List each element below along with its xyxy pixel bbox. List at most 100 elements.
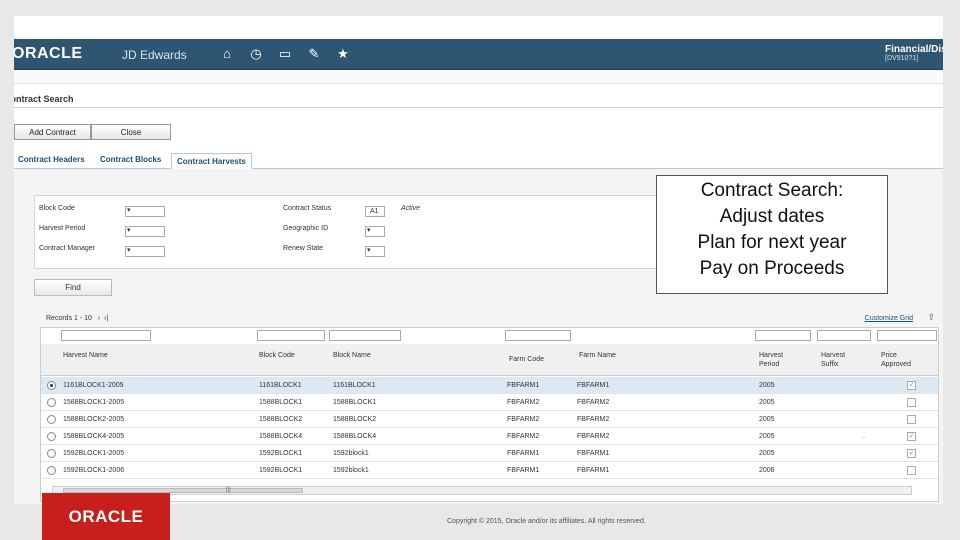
cell-harvest-period: 2005: [759, 433, 775, 440]
chart-icon[interactable]: ▭: [276, 46, 294, 62]
oracle-logo: ORACLE: [14, 45, 83, 62]
contract-manager-field[interactable]: ▾: [125, 246, 165, 257]
cell-block-code: 1592BLOCK1: [259, 450, 303, 457]
recent-icon[interactable]: ◷: [247, 46, 265, 62]
renew-state-field[interactable]: ▾: [365, 246, 385, 257]
context-subtitle: [DV910?1]: [885, 55, 919, 62]
cell-farm-name: FBFARM2: [577, 416, 610, 423]
cell-block-name: 1592block1: [333, 467, 369, 474]
callout-box: Contract Search: Adjust dates Plan for n…: [656, 175, 888, 294]
table-row[interactable]: 1161BLOCK1-2005 1161BLOCK1 1161BLOCK1 FB…: [41, 377, 938, 394]
block-code-label: Block Code: [39, 205, 75, 212]
table-row[interactable]: 1592BLOCK1-2006 1592BLOCK1 1592block1 FB…: [41, 462, 938, 479]
menu-strip: ▾: [14, 71, 943, 84]
table-row[interactable]: 1592BLOCK1-2005 1592BLOCK1 1592block1 FB…: [41, 445, 938, 462]
qbe-farm-code[interactable]: [505, 330, 571, 341]
row-select-radio[interactable]: [47, 449, 56, 458]
customize-grid-link[interactable]: Customize Grid: [865, 315, 913, 322]
renew-state-label: Renew State: [283, 245, 324, 252]
cell-farm-name: FBFARM2: [577, 433, 610, 440]
col-harvest-name[interactable]: Harvest Name: [63, 351, 123, 360]
cell-farm-name: FBFARM1: [577, 450, 610, 457]
col-harvest-period[interactable]: Harvest Period: [759, 351, 799, 369]
cell-harvest-name: 1588BLOCK2-2005: [63, 416, 125, 423]
qbe-block-name[interactable]: [329, 330, 401, 341]
grid-toolbar: Records 1 - 10 › ›| Customize Grid ⇪: [42, 312, 937, 328]
close-button[interactable]: Close: [91, 124, 171, 140]
top-navigation-bar: ORACLE JD Edwards ⌂ ◷ ▭ ✎ ★ Financial/Di…: [14, 39, 943, 70]
price-approved-checkbox[interactable]: [907, 398, 916, 407]
records-text: Records 1 - 10: [46, 315, 92, 322]
edit-icon[interactable]: ✎: [305, 46, 323, 62]
filter-box: Block Code ▾ Harvest Period ▾ Contract M…: [34, 195, 664, 269]
page-title: Contract Search: [14, 94, 74, 104]
row-select-radio[interactable]: [47, 415, 56, 424]
favorites-icon[interactable]: ★: [334, 46, 352, 62]
col-block-code[interactable]: Block Code: [259, 351, 299, 360]
col-price-approved[interactable]: Price Approved: [881, 351, 925, 369]
callout-line: Contract Search:: [700, 180, 844, 201]
footer-oracle-logo: ORACLE: [42, 493, 170, 540]
price-approved-checkbox[interactable]: ✓: [907, 449, 916, 458]
price-approved-checkbox[interactable]: ✓: [907, 432, 916, 441]
table-row[interactable]: 1588BLOCK2-2005 1588BLOCK2 1588BLOCK2 FB…: [41, 411, 938, 428]
geographic-id-label: Geographic ID: [283, 225, 329, 232]
callout-line: Plan for next year: [697, 232, 847, 253]
col-block-name[interactable]: Block Name: [333, 351, 373, 360]
chevron-down-icon: ▾: [127, 227, 131, 234]
block-code-field[interactable]: ▾: [125, 206, 165, 217]
qbe-harvest-name[interactable]: [61, 330, 151, 341]
price-approved-checkbox[interactable]: [907, 415, 916, 424]
qbe-block-code[interactable]: [257, 330, 325, 341]
cell-farm-code: FBFARM2: [507, 399, 540, 406]
cell-block-code: 1592BLOCK1: [259, 467, 303, 474]
col-farm-code[interactable]: Farm Code: [509, 355, 544, 364]
cell-harvest-period: 2005: [759, 416, 775, 423]
context-title-text: Financial/Dis: [885, 44, 943, 55]
row-select-radio[interactable]: [47, 398, 56, 407]
next-page-icon[interactable]: ›: [94, 315, 100, 322]
tab-contract-blocks[interactable]: Contract Blocks: [100, 155, 161, 164]
row-select-radio[interactable]: [47, 381, 56, 390]
row-select-radio[interactable]: [47, 432, 56, 441]
tab-contract-headers[interactable]: Contract Headers: [18, 155, 85, 164]
cell-farm-code: FBFARM1: [507, 450, 540, 457]
horizontal-scrollbar[interactable]: |||: [52, 486, 912, 495]
qbe-harvest-suffix[interactable]: [817, 330, 871, 341]
row-select-radio[interactable]: [47, 466, 56, 475]
product-name: JD Edwards: [122, 48, 187, 62]
cell-block-name: 1588BLOCK1: [333, 399, 377, 406]
price-approved-checkbox[interactable]: [907, 466, 916, 475]
last-page-icon[interactable]: ›|: [102, 315, 108, 322]
table-row[interactable]: 1588BLOCK1-2005 1588BLOCK1 1588BLOCK1 FB…: [41, 394, 938, 411]
export-icon[interactable]: ⇪: [927, 312, 935, 323]
find-button[interactable]: Find: [34, 279, 112, 296]
add-contract-button[interactable]: Add Contract: [14, 124, 91, 140]
qbe-harvest-period[interactable]: [755, 330, 811, 341]
cell-block-code: 1588BLOCK2: [259, 416, 303, 423]
tab-contract-harvests[interactable]: Contract Harvests: [171, 153, 252, 169]
cell-farm-code: FBFARM2: [507, 416, 540, 423]
harvest-period-field[interactable]: ▾: [125, 226, 165, 237]
grip-icon: |||: [226, 487, 231, 493]
col-harvest-suffix[interactable]: Harvest Suffix: [821, 351, 861, 369]
contract-status-label: Contract Status: [283, 205, 332, 212]
cell-harvest-period: 2006: [759, 467, 775, 474]
nav-icons: ⌂ ◷ ▭ ✎ ★: [218, 46, 352, 62]
cell-harvest-name: 1588BLOCK1-2005: [63, 399, 125, 406]
chevron-down-icon: ▾: [127, 247, 131, 254]
home-icon[interactable]: ⌂: [218, 46, 236, 62]
contract-status-field[interactable]: A1: [365, 206, 385, 217]
table-row[interactable]: 1588BLOCK4-2005 1588BLOCK4 1588BLOCK4 FB…: [41, 428, 938, 445]
slide: ORACLE JD Edwards ⌂ ◷ ▭ ✎ ★ Financial/Di…: [0, 0, 960, 540]
contract-manager-label: Contract Manager: [39, 245, 96, 252]
cell-harvest-period: 2005: [759, 382, 775, 389]
price-approved-checkbox[interactable]: ✓: [907, 381, 916, 390]
cell-harvest-period: 2005: [759, 399, 775, 406]
callout-line: Pay on Proceeds: [699, 258, 845, 279]
cell-harvest-name: 1592BLOCK1-2005: [63, 450, 125, 457]
geographic-id-field[interactable]: ▾: [365, 226, 385, 237]
col-farm-name[interactable]: Farm Name: [579, 351, 619, 360]
cell-block-name: 1588BLOCK4: [333, 433, 377, 440]
qbe-price-approved[interactable]: [877, 330, 937, 341]
